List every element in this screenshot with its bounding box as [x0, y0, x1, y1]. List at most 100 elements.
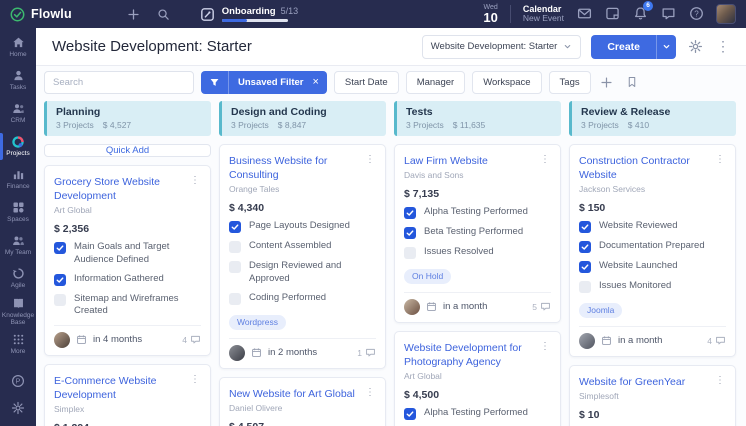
- onboarding-widget[interactable]: Onboarding 5/13: [200, 6, 298, 22]
- project-card[interactable]: New Website for Art Global ⋮ Daniel Oliv…: [219, 376, 386, 426]
- notes-icon[interactable]: [604, 6, 620, 22]
- calendar-shortcut[interactable]: Calendar New Event: [523, 4, 564, 24]
- project-card[interactable]: E-Commerce Website Development ⋮ Simplex…: [44, 363, 211, 426]
- chat-icon[interactable]: [660, 6, 676, 22]
- card-menu-kebab-icon[interactable]: ⋮: [539, 154, 551, 166]
- project-card[interactable]: Business Website for Consulting ⋮ Orange…: [219, 144, 386, 369]
- checklist-item[interactable]: Main Goals and Target Audience Defined: [54, 241, 201, 266]
- more-options-kebab-icon[interactable]: ⋮: [714, 38, 732, 56]
- sidebar-item-spaces[interactable]: Spaces: [0, 196, 36, 229]
- checklist-item[interactable]: Documentation Prepared: [579, 240, 726, 254]
- checkbox[interactable]: [229, 221, 241, 234]
- checklist-item[interactable]: Beta Testing Performed: [404, 226, 551, 240]
- create-button[interactable]: Create: [591, 34, 656, 59]
- flowlu-logo[interactable]: Flowlu: [10, 7, 72, 22]
- add-filter-icon[interactable]: [598, 73, 616, 91]
- board-settings-gear-icon[interactable]: [686, 38, 704, 56]
- checkbox[interactable]: [579, 281, 591, 294]
- project-tag[interactable]: Wordpress: [229, 314, 286, 330]
- sidebar-item-projects[interactable]: Projects: [0, 130, 36, 163]
- checkbox[interactable]: [579, 241, 591, 254]
- checklist-item[interactable]: Sitemap and Wireframes Created: [54, 293, 201, 318]
- project-card[interactable]: Grocery Store Website Development ⋮ Art …: [44, 165, 211, 356]
- mail-icon[interactable]: [576, 6, 592, 22]
- checklist-item[interactable]: Website Reviewed: [579, 220, 726, 234]
- checkbox[interactable]: [404, 227, 416, 240]
- card-menu-kebab-icon[interactable]: ⋮: [714, 154, 726, 166]
- checklist-item[interactable]: Issues Monitored: [579, 280, 726, 294]
- add-icon[interactable]: [126, 6, 142, 22]
- checkbox[interactable]: [54, 294, 66, 307]
- checkbox[interactable]: [229, 241, 241, 254]
- card-menu-kebab-icon[interactable]: ⋮: [714, 375, 726, 387]
- checkbox[interactable]: [404, 247, 416, 260]
- sidebar-item-knowledge-base[interactable]: Knowledge Base: [0, 295, 36, 328]
- assignee-avatar[interactable]: [404, 298, 420, 315]
- help-icon[interactable]: ?: [688, 6, 704, 22]
- comments-count[interactable]: 4: [707, 335, 726, 346]
- project-title-link[interactable]: E-Commerce Website Development: [54, 374, 185, 402]
- checkbox[interactable]: [404, 408, 416, 421]
- create-dropdown-button[interactable]: [656, 34, 676, 59]
- checklist-item[interactable]: Design Reviewed and Approved: [229, 260, 376, 285]
- search-input[interactable]: [44, 70, 194, 94]
- checkbox[interactable]: [229, 261, 241, 274]
- checklist-item[interactable]: Page Layouts Designed: [229, 220, 376, 234]
- sidebar-item-more[interactable]: More: [0, 328, 36, 361]
- card-menu-kebab-icon[interactable]: ⋮: [364, 154, 376, 166]
- project-card[interactable]: Website for GreenYear ⋮ Simplesoft $ 10 …: [569, 364, 736, 426]
- card-menu-kebab-icon[interactable]: ⋮: [189, 175, 201, 187]
- checkbox[interactable]: [54, 274, 66, 287]
- checkbox[interactable]: [54, 242, 66, 255]
- checkbox[interactable]: [229, 293, 241, 306]
- sidebar-item-my-team[interactable]: My Team: [0, 229, 36, 262]
- checklist-item[interactable]: Website Launched: [579, 260, 726, 274]
- p-circle-icon[interactable]: P: [10, 373, 26, 389]
- settings-icon[interactable]: [10, 400, 26, 416]
- checklist-item[interactable]: Alpha Testing Performed: [404, 206, 551, 220]
- project-tag[interactable]: Joomla: [579, 302, 623, 318]
- checklist-item[interactable]: Information Gathered: [54, 273, 201, 287]
- project-tag[interactable]: On Hold: [404, 268, 452, 284]
- assignee-avatar[interactable]: [229, 344, 245, 361]
- project-title-link[interactable]: Construction Contractor Website: [579, 154, 710, 182]
- sidebar-item-finance[interactable]: Finance: [0, 163, 36, 196]
- checklist-item[interactable]: Issues Resolved: [404, 246, 551, 260]
- project-title-link[interactable]: Website Development for Photography Agen…: [404, 341, 535, 369]
- project-title-link[interactable]: Law Firm Website: [404, 154, 535, 168]
- sidebar-item-agile[interactable]: Agile: [0, 262, 36, 295]
- checkbox[interactable]: [404, 207, 416, 220]
- project-card[interactable]: Website Development for Photography Agen…: [394, 330, 561, 426]
- sidebar-item-tasks[interactable]: Tasks: [0, 64, 36, 97]
- user-avatar[interactable]: [716, 3, 736, 24]
- checkbox[interactable]: [579, 221, 591, 234]
- sidebar-item-crm[interactable]: CRM: [0, 97, 36, 130]
- assignee-avatar[interactable]: [579, 332, 595, 349]
- checklist-item[interactable]: Coding Performed: [229, 292, 376, 306]
- checklist-item[interactable]: Content Assembled: [229, 240, 376, 254]
- search-icon[interactable]: [156, 6, 172, 22]
- card-menu-kebab-icon[interactable]: ⋮: [539, 341, 551, 353]
- board-selector-dropdown[interactable]: Website Development: Starter: [421, 34, 582, 59]
- filter-button-manager[interactable]: Manager: [405, 70, 466, 94]
- assignee-avatar[interactable]: [54, 331, 70, 348]
- project-card[interactable]: Construction Contractor Website ⋮ Jackso…: [569, 144, 736, 357]
- active-filter-chip[interactable]: Unsaved Filter ×: [201, 70, 327, 94]
- project-title-link[interactable]: New Website for Art Global: [229, 387, 360, 401]
- sidebar-item-home[interactable]: Home: [0, 31, 36, 64]
- clear-filter-icon[interactable]: ×: [310, 76, 326, 88]
- checkbox[interactable]: [579, 261, 591, 274]
- filter-button-tags[interactable]: Tags: [548, 70, 591, 94]
- card-menu-kebab-icon[interactable]: ⋮: [189, 374, 201, 386]
- filter-button-workspace[interactable]: Workspace: [472, 70, 542, 94]
- checklist-item[interactable]: Alpha Testing Performed: [404, 407, 551, 421]
- project-title-link[interactable]: Business Website for Consulting: [229, 154, 360, 182]
- comments-count[interactable]: 1: [357, 347, 376, 358]
- bookmark-icon[interactable]: [623, 73, 641, 91]
- card-menu-kebab-icon[interactable]: ⋮: [364, 387, 376, 399]
- comments-count[interactable]: 4: [182, 334, 201, 345]
- filter-button-start-date[interactable]: Start Date: [333, 70, 399, 94]
- quick-add-button[interactable]: Quick Add: [44, 144, 211, 157]
- comments-count[interactable]: 5: [532, 301, 551, 312]
- project-title-link[interactable]: Grocery Store Website Development: [54, 175, 185, 203]
